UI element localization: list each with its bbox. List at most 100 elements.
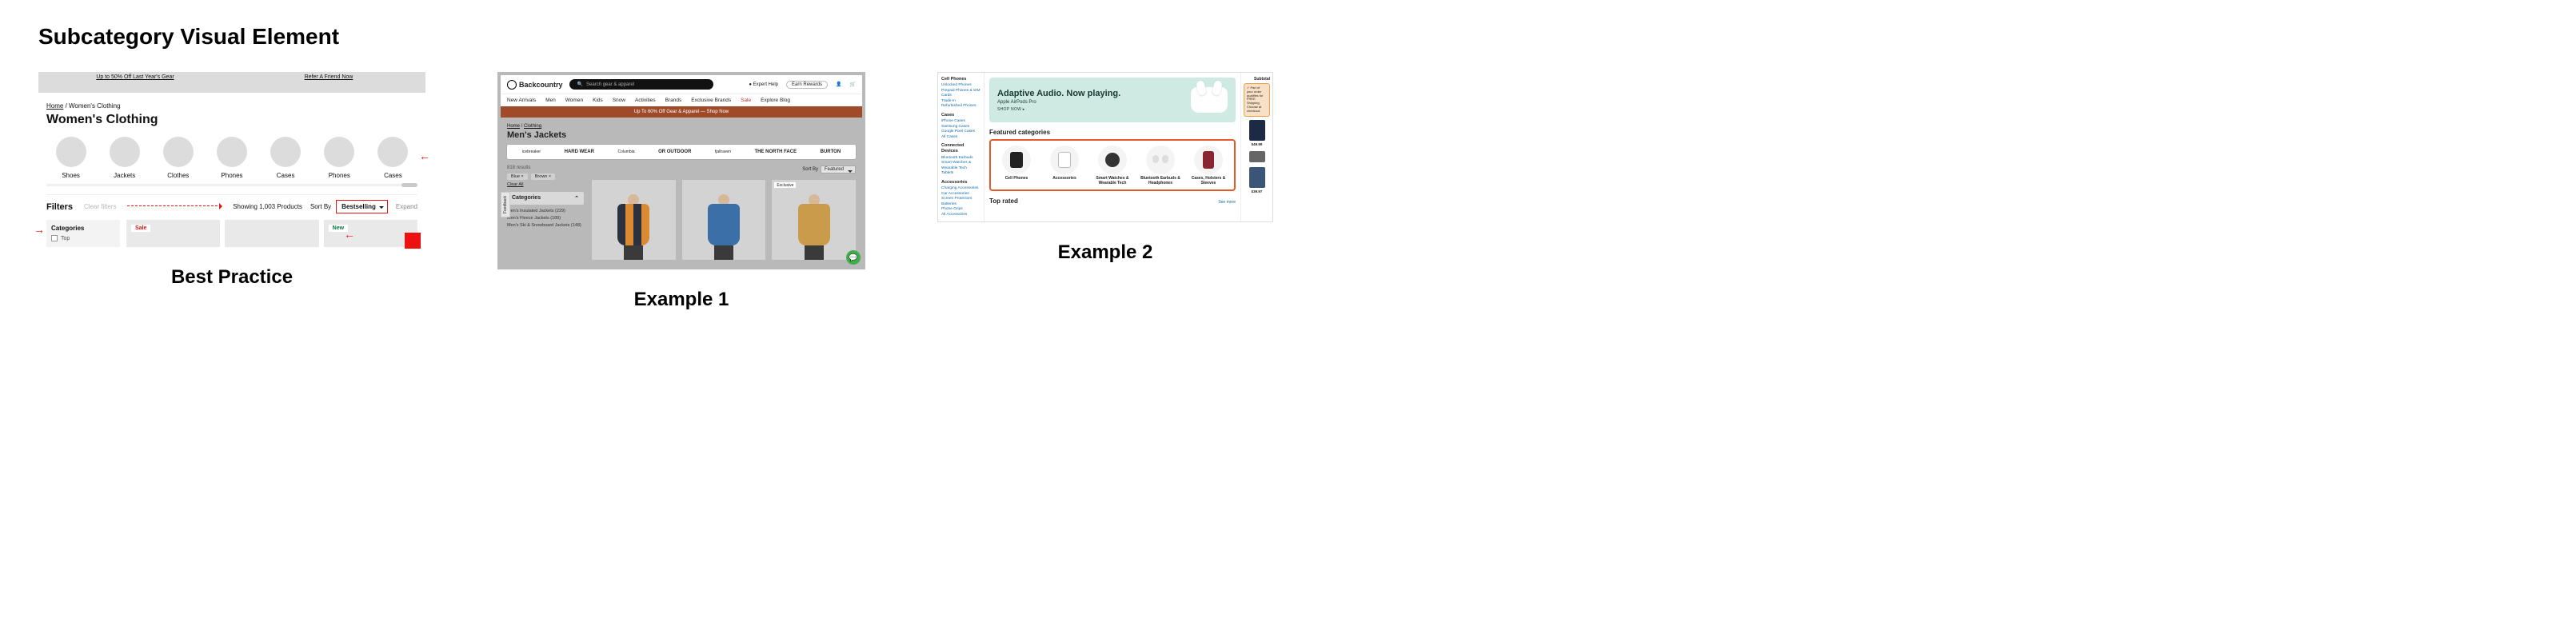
filter-checkbox-row[interactable]: Top [51, 235, 115, 241]
featured-category-tile[interactable]: Cases, Holsters & Sleeves [1186, 146, 1231, 186]
accessory-icon [1058, 152, 1071, 168]
cart-item-image [1249, 151, 1265, 162]
nav-item[interactable]: New Arrivals [507, 98, 536, 103]
annotation-arrow-icon [127, 205, 222, 206]
cart-icon[interactable]: 🛒 [850, 82, 856, 87]
breadcrumb-home[interactable]: Home [46, 102, 63, 110]
sidebar-link[interactable]: Smart Watches & Wearable Tech [941, 161, 980, 171]
filter-link[interactable]: Men's Insulated Jackets (229) [507, 208, 584, 215]
subcategory-tile[interactable]: Cases [262, 137, 310, 179]
product-card[interactable] [682, 180, 766, 260]
brand-logo[interactable]: THE NORTH FACE [754, 150, 797, 154]
filter-link[interactable]: Men's Ski & Snowboard Jackets (148) [507, 222, 584, 229]
clear-filters-link[interactable]: Clear filters [84, 203, 116, 210]
filter-sidebar: Categories Top [46, 220, 120, 247]
screenshot-example-1: Feedback Backcountry 🔍 Search gear & app… [497, 72, 865, 269]
breadcrumb-parent[interactable]: Clothing [524, 124, 541, 129]
clear-all-link[interactable]: Clear All [507, 182, 584, 187]
expert-help-link[interactable]: ● Expert Help [749, 82, 778, 87]
brand-logo[interactable]: BURTON [821, 150, 841, 154]
hero-title: Adaptive Audio. Now playing. [997, 89, 1120, 98]
filter-chip[interactable]: Blue × [507, 173, 528, 180]
subcategory-tile[interactable]: Shoes [46, 137, 95, 179]
sidebar-link[interactable]: Prepaid Phones & SIM Cards [941, 89, 980, 99]
subcategory-tile[interactable]: Phones [315, 137, 364, 179]
featured-category-tile[interactable]: Bluetooth Earbuds & Headphones [1138, 146, 1183, 186]
subcategory-label: Jackets [114, 172, 135, 179]
brand-logo[interactable]: icebreaker [522, 150, 541, 154]
subcategory-tile[interactable]: Jackets [100, 137, 149, 179]
sort-select[interactable]: Featured [821, 165, 856, 173]
nav-item[interactable]: Snow [613, 98, 625, 103]
product-card[interactable]: Exclusive [772, 180, 856, 260]
nav-item[interactable]: Exclusive Brands [691, 98, 731, 103]
page-heading: Women's Clothing [46, 113, 417, 127]
case-icon [1203, 151, 1214, 169]
checkbox-icon[interactable] [51, 235, 58, 241]
annotation-arrow-icon: → [34, 223, 45, 236]
product-card[interactable]: New [324, 220, 417, 247]
filter-link[interactable]: Men's Fleece Jackets (189) [507, 215, 584, 222]
sidebar-link[interactable]: Refurbished Phones [941, 104, 980, 109]
featured-category-tile[interactable]: Cell Phones [994, 146, 1039, 186]
promo-banner-right[interactable]: Refer A Friend Now [232, 72, 425, 93]
brand-logo[interactable]: OR OUTDOOR [658, 150, 691, 154]
sidebar-link[interactable]: All Cases [941, 135, 980, 140]
subcategory-tile[interactable]: Clothes [154, 137, 202, 179]
brand-logo[interactable]: fjallraven [715, 150, 731, 154]
nav-item-sale[interactable]: Sale [741, 98, 751, 103]
feedback-tab[interactable]: Feedback [501, 192, 510, 217]
promo-banner-left[interactable]: Up to 50% Off Last Year's Gear [38, 72, 232, 93]
exclusive-badge: Exclusive [774, 182, 796, 188]
chat-button[interactable]: 💬 [846, 250, 861, 265]
search-input[interactable]: 🔍 Search gear & apparel [569, 79, 713, 90]
cart-item[interactable]: $49.99 [1244, 120, 1270, 146]
expand-link[interactable]: Expand [396, 203, 417, 210]
nav-item[interactable]: Kids [593, 98, 603, 103]
filter-accordion-header[interactable]: Categories ⌃ [507, 192, 584, 205]
hero-banner[interactable]: Adaptive Audio. Now playing. Apple AirPo… [989, 78, 1236, 122]
sidebar-link[interactable]: All Accessories [941, 213, 980, 217]
promo-banner-left-link[interactable]: Up to 50% Off Last Year's Gear [96, 74, 174, 80]
cart-item[interactable] [1244, 151, 1270, 162]
brand-logo[interactable]: HARD WEAR [565, 150, 594, 154]
scrollbar-thumb[interactable] [401, 183, 417, 187]
cart-item[interactable]: $39.97 [1244, 167, 1270, 193]
sidebar-link[interactable]: Tablets [941, 171, 980, 176]
filter-option-label: Top [61, 236, 70, 241]
featured-category-label: Smart Watches & Wearable Tech [1090, 177, 1135, 186]
featured-category-tile[interactable]: Smart Watches & Wearable Tech [1090, 146, 1135, 186]
breadcrumb-home[interactable]: Home [507, 124, 520, 129]
product-card[interactable]: Sale [126, 220, 220, 247]
earbuds-icon [1152, 155, 1168, 165]
site-logo[interactable]: Backcountry [507, 80, 563, 90]
nav-item[interactable]: Explore Blog [761, 98, 790, 103]
see-more-link[interactable]: See more [1218, 200, 1236, 205]
logo-text: Backcountry [519, 81, 563, 89]
account-icon[interactable]: 👤 [836, 82, 841, 87]
promo-banner-right-link[interactable]: Refer A Friend Now [305, 74, 353, 80]
subcategory-image [110, 137, 140, 167]
product-card[interactable] [592, 180, 676, 260]
nav-item[interactable]: Activities [635, 98, 656, 103]
subcategory-tile[interactable]: Phones [207, 137, 256, 179]
subcategory-tile[interactable]: Cases [369, 137, 417, 179]
sidebar-link[interactable]: Charging Accessories [941, 186, 980, 191]
carousel-scrollbar[interactable] [46, 184, 417, 186]
subtotal-heading: Subtotal [1244, 77, 1270, 82]
brand-logo[interactable]: Columbia [617, 150, 634, 154]
filter-chip[interactable]: Brown × [531, 173, 555, 180]
product-card[interactable] [225, 220, 318, 247]
annotation-arrow-icon: ← [344, 228, 355, 241]
hero-cta[interactable]: Shop now ▸ [997, 107, 1120, 112]
rewards-button[interactable]: Earn Rewards [786, 81, 828, 89]
nav-item[interactable]: Brands [665, 98, 682, 103]
nav-item[interactable]: Women [565, 98, 583, 103]
featured-category-tile[interactable]: Accessories [1042, 146, 1087, 186]
nav-item[interactable]: Men [545, 98, 556, 103]
sort-select[interactable]: Bestselling [336, 200, 388, 213]
filter-link-list: Men's Insulated Jackets (229) Men's Flee… [507, 208, 584, 229]
promo-banner[interactable]: Up To 60% Off Gear & Apparel — Shop Now [501, 106, 862, 118]
sidebar-link[interactable]: Google Pixel Cases [941, 130, 980, 134]
airpods-icon [1191, 87, 1228, 113]
